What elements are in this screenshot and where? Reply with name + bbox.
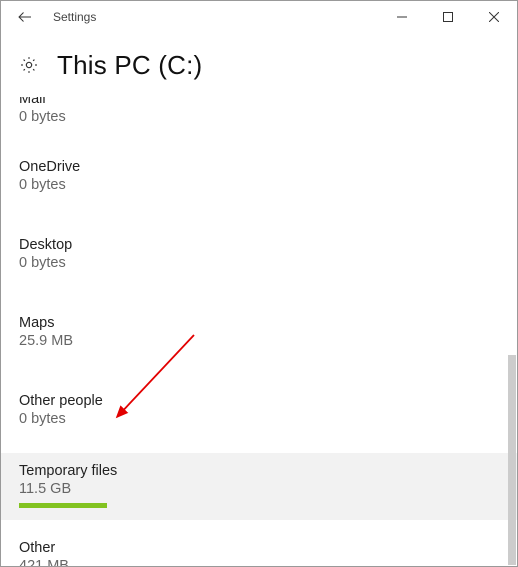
close-button[interactable] [471,1,517,33]
back-arrow-icon [16,8,34,26]
item-name: Desktop [19,237,499,253]
item-size: 0 bytes [19,109,499,125]
minimize-button[interactable] [379,1,425,33]
gear-icon [19,55,39,75]
item-size: 0 bytes [19,411,499,427]
storage-list: Mail 0 bytes OneDrive 0 bytes Desktop 0 … [1,97,517,566]
item-name: Other people [19,393,499,409]
titlebar: Settings [1,1,517,33]
maximize-button[interactable] [425,1,471,33]
storage-item-mail[interactable]: Mail 0 bytes [1,97,517,127]
item-name: Temporary files [19,463,499,479]
storage-item-temporary-files[interactable]: Temporary files 11.5 GB [1,453,517,520]
item-size: 0 bytes [19,177,499,193]
item-size: 25.9 MB [19,333,499,349]
item-name: Other [19,540,499,556]
minimize-icon [397,12,407,22]
storage-item-other[interactable]: Other 421 MB [1,530,517,566]
item-name: Mail [19,97,499,107]
item-size: 11.5 GB [19,481,499,497]
usage-bar [19,503,107,508]
item-name: Maps [19,315,499,331]
maximize-icon [443,12,453,22]
page-header: This PC (C:) [1,33,517,97]
titlebar-label: Settings [53,10,96,24]
scrollbar-thumb[interactable] [508,355,516,565]
item-size: 0 bytes [19,255,499,271]
storage-item-other-people[interactable]: Other people 0 bytes [1,383,517,439]
item-size: 421 MB [19,558,499,566]
scrollbar[interactable] [508,97,516,566]
storage-item-desktop[interactable]: Desktop 0 bytes [1,227,517,283]
storage-item-maps[interactable]: Maps 25.9 MB [1,305,517,361]
close-icon [489,12,499,22]
item-name: OneDrive [19,159,499,175]
page-title: This PC (C:) [57,50,202,81]
back-button[interactable] [1,1,49,33]
storage-item-onedrive[interactable]: OneDrive 0 bytes [1,149,517,205]
